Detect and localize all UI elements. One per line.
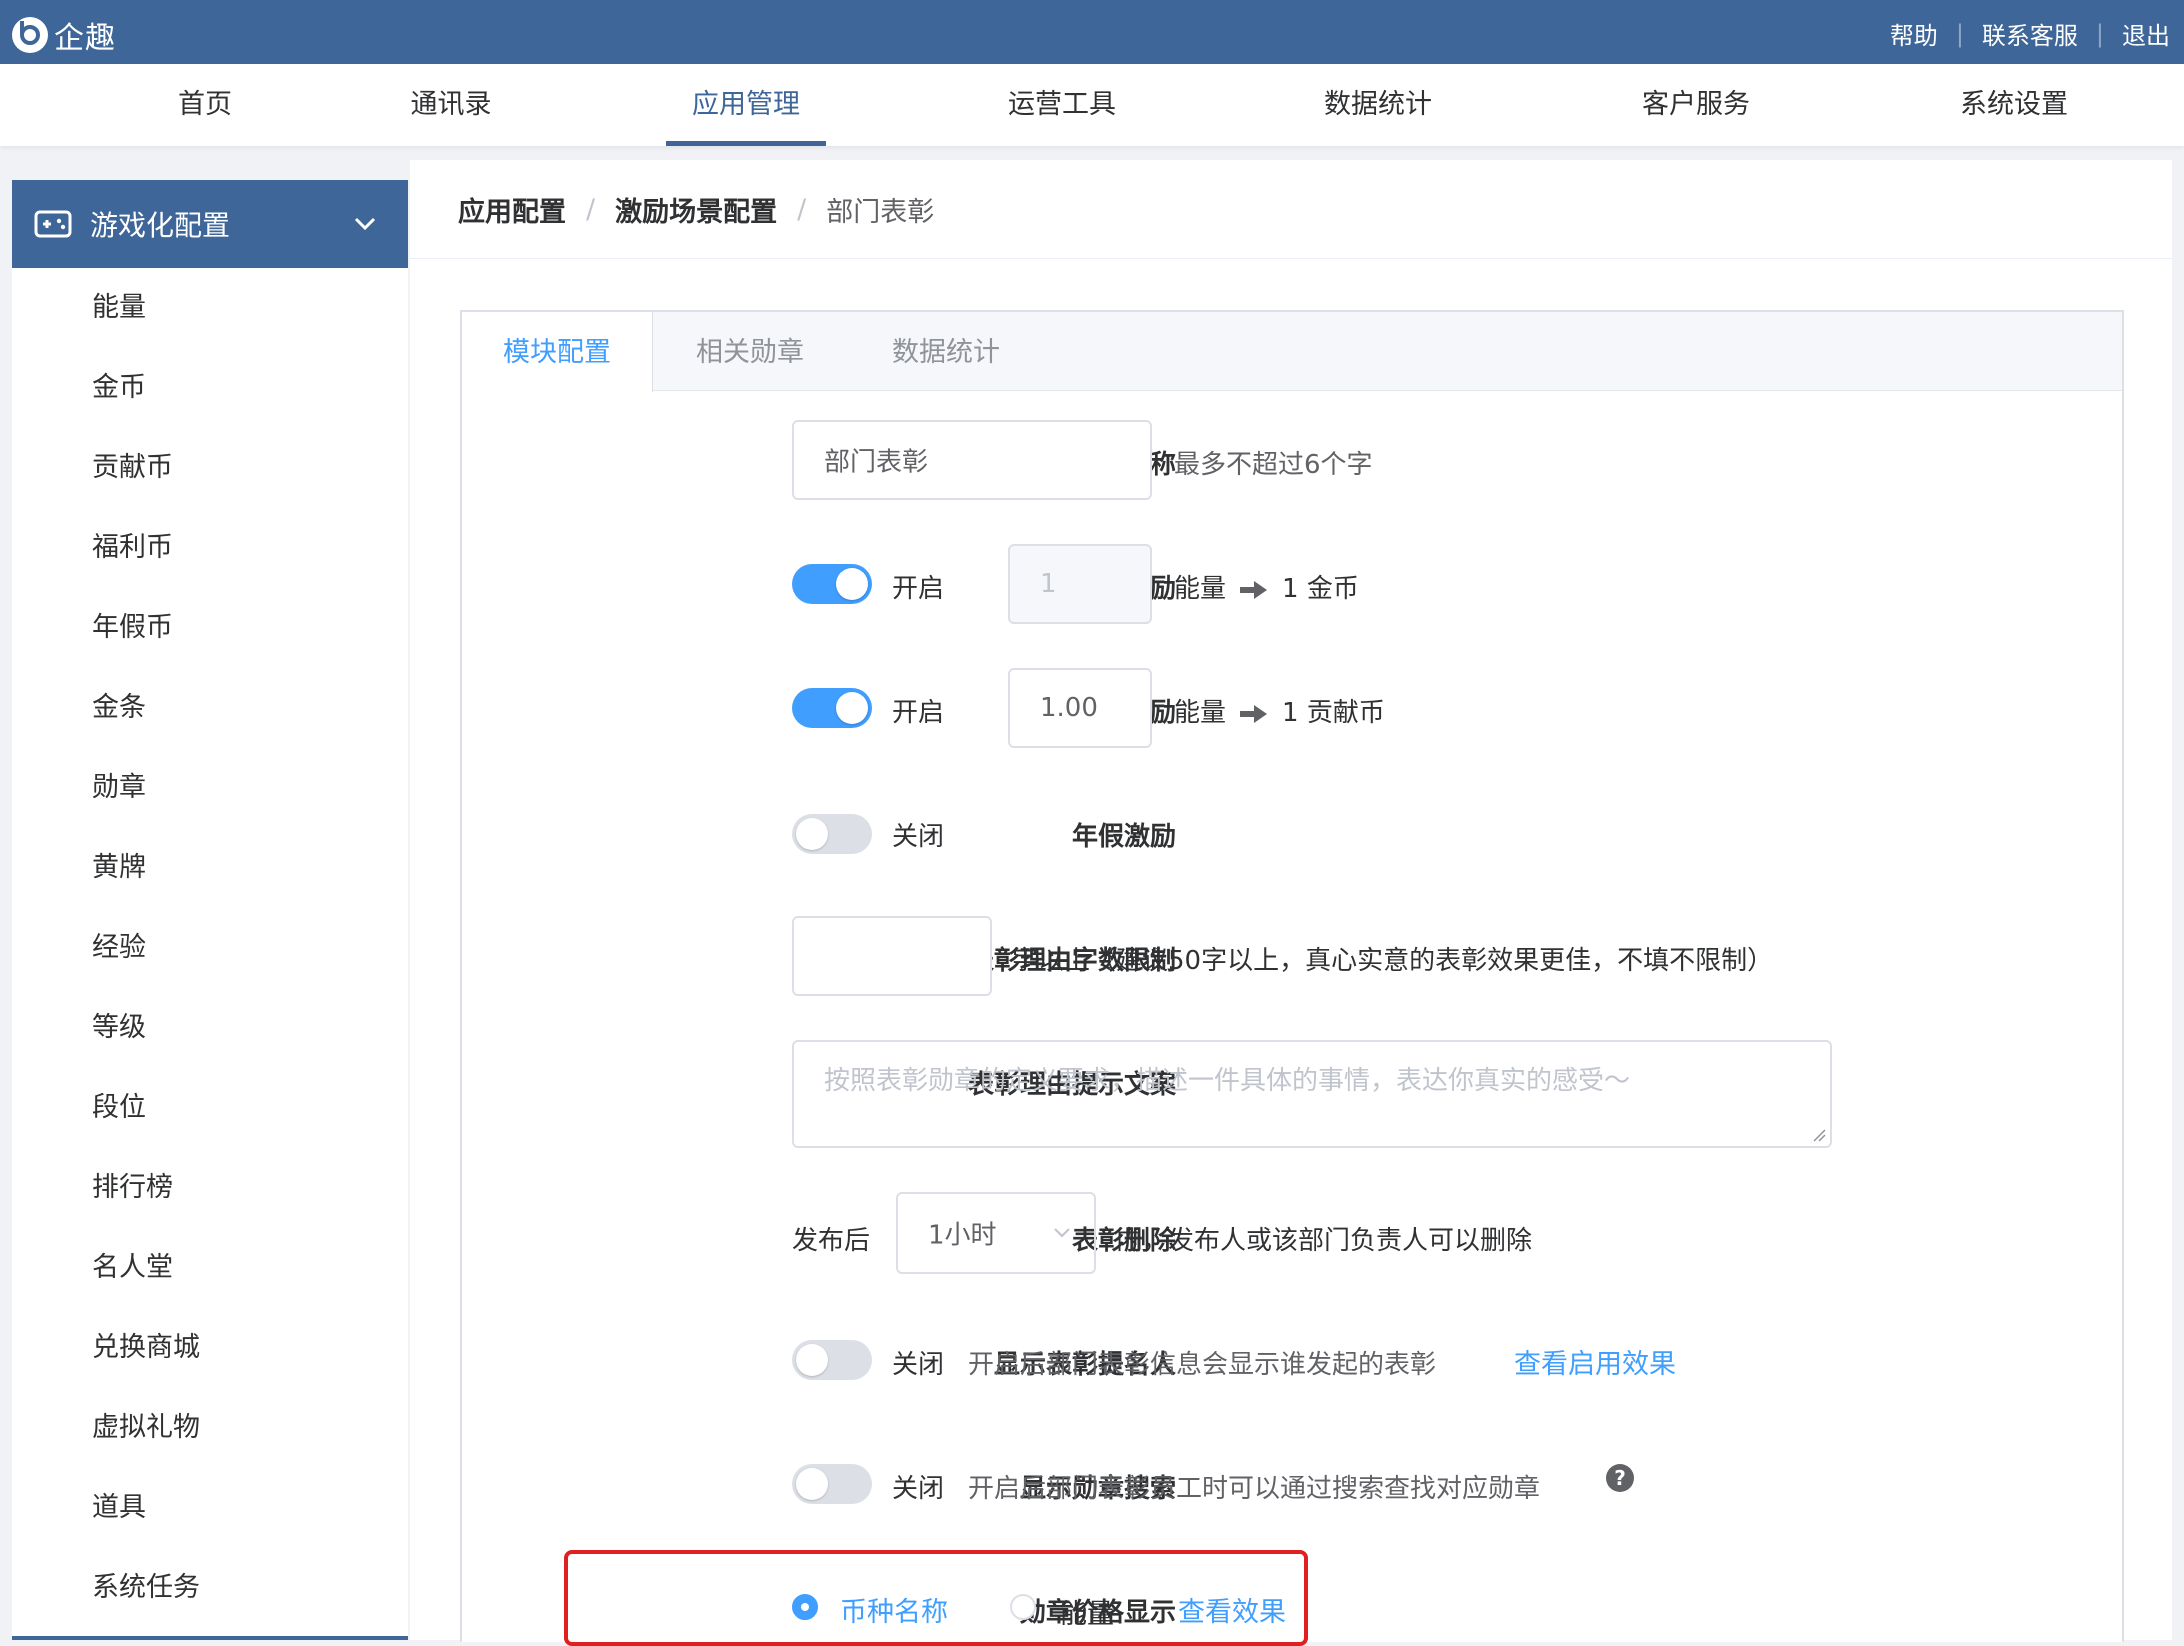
breadcrumb-separator: / <box>586 194 596 225</box>
sidebar-item-gold-coin[interactable]: 金币 <box>12 348 408 428</box>
reason-tip-textarea[interactable]: 按照表彰勋章的定义要求，描述一件具体的事情，表达你真实的感受～ <box>792 1040 1832 1148</box>
top-links: 帮助 | 联系客服 | 退出 <box>1890 16 2170 51</box>
sidebar-item-yellow-card[interactable]: 黄牌 <box>12 828 408 908</box>
sidebar-item-leaderboard[interactable]: 排行榜 <box>12 1148 408 1228</box>
gamepad-icon <box>34 210 72 238</box>
performance-incentive-energy-input[interactable]: 1.00 <box>1008 668 1152 748</box>
tab-bar: 模块配置 相关勋章 数据统计 <box>462 312 2122 392</box>
show-nominator-switch[interactable] <box>792 1340 872 1380</box>
sidebar-item-welfare-coin[interactable]: 福利币 <box>12 508 408 588</box>
sidebar-item-energy[interactable]: 能量 <box>12 268 408 348</box>
breadcrumb: 应用配置 / 激励场景配置 / 部门表彰 <box>458 190 934 229</box>
delete-time-select[interactable]: 1小时 <box>896 1192 1096 1274</box>
nav-contacts[interactable]: 通讯录 <box>396 64 506 146</box>
value-incentive-energy-input[interactable]: 1 <box>1008 544 1152 624</box>
tab-module-config[interactable]: 模块配置 <box>462 312 653 392</box>
sidebar-group-gamification[interactable]: 游戏化配置 <box>12 180 408 268</box>
resize-handle-icon[interactable] <box>1812 1128 1826 1142</box>
delete-suffix: 内，发布人或该部门负责人可以删除 <box>1116 1226 1533 1256</box>
nav-home[interactable]: 首页 <box>150 64 260 146</box>
display-name-hint: 最多不超过6个字 <box>1174 450 1373 480</box>
app-name: 企趣 <box>54 21 116 56</box>
arrow-right-icon <box>1240 580 1268 599</box>
sidebar-item-gold-bar[interactable]: 金条 <box>12 668 408 748</box>
logo-icon <box>12 17 48 53</box>
show-nominator-hint: 开启后部门表彰信息会显示谁发起的表彰 <box>968 1350 1437 1380</box>
show-badge-search-switch[interactable] <box>792 1464 872 1504</box>
sidebar-item-level[interactable]: 等级 <box>12 988 408 1068</box>
tab-data-statistics[interactable]: 数据统计 <box>848 312 1044 390</box>
reason-length-hint: 字以上（建议50字以上，真心实意的表彰效果更佳，不填不限制） <box>1012 946 1774 976</box>
main-nav: 首页 通讯录 应用管理 运营工具 数据统计 客户服务 系统设置 <box>0 64 2184 146</box>
delete-time-value: 1小时 <box>928 1220 997 1251</box>
sidebar-item-props[interactable]: 道具 <box>12 1468 408 1548</box>
contact-support-link[interactable]: 联系客服 <box>1982 16 2078 51</box>
value-incentive-switch[interactable] <box>792 564 872 604</box>
nav-system-settings[interactable]: 系统设置 <box>1934 64 2094 146</box>
leave-incentive-switch[interactable] <box>792 814 872 854</box>
leave-incentive-state: 关闭 <box>892 822 945 852</box>
divider: | <box>2095 19 2104 48</box>
sidebar-item-hall-of-fame[interactable]: 名人堂 <box>12 1228 408 1308</box>
value-incentive-conversion: 能量 1 金币 <box>1174 574 1359 604</box>
sidebar-item-experience[interactable]: 经验 <box>12 908 408 988</box>
app-logo[interactable]: 企趣 <box>12 13 116 57</box>
performance-incentive-conversion: 能量 1 贡献币 <box>1174 698 1385 728</box>
help-link[interactable]: 帮助 <box>1890 16 1938 51</box>
sidebar-item-exchange-mall[interactable]: 兑换商城 <box>12 1308 408 1388</box>
view-enable-effect-link[interactable]: 查看启用效果 <box>1514 1342 1676 1381</box>
sidebar-bottom-bar <box>12 1636 408 1640</box>
arrow-right-icon <box>1240 704 1268 723</box>
help-icon[interactable]: ? <box>1606 1464 1634 1492</box>
display-name-input[interactable]: 部门表彰 <box>792 420 1152 500</box>
sidebar-item-badge[interactable]: 勋章 <box>12 748 408 828</box>
sidebar-item-virtual-gift[interactable]: 虚拟礼物 <box>12 1388 408 1468</box>
sidebar-item-leave-coin[interactable]: 年假币 <box>12 588 408 668</box>
sidebar-item-rank[interactable]: 段位 <box>12 1068 408 1148</box>
divider <box>410 258 2172 259</box>
performance-incentive-state: 开启 <box>892 698 945 728</box>
tab-related-badges[interactable]: 相关勋章 <box>652 312 848 390</box>
sidebar-item-system-tasks[interactable]: 系统任务 <box>12 1548 408 1628</box>
main-content: 应用配置 / 激励场景配置 / 部门表彰 模块配置 相关勋章 数据统计 *显示名… <box>410 160 2172 1642</box>
leave-incentive-label: 年假激励 <box>1071 822 1176 852</box>
logout-link[interactable]: 退出 <box>2122 16 2170 51</box>
nav-customer-service[interactable]: 客户服务 <box>1616 64 1776 146</box>
sidebar: 游戏化配置 能量 金币 贡献币 福利币 年假币 金条 勋章 黄牌 经验 等级 段… <box>12 180 408 1640</box>
chevron-down-icon <box>1054 1228 1070 1238</box>
breadcrumb-separator: / <box>797 194 807 225</box>
nav-data-statistics[interactable]: 数据统计 <box>1298 64 1458 146</box>
breadcrumb-current: 部门表彰 <box>826 197 935 228</box>
top-bar: 企趣 帮助 | 联系客服 | 退出 <box>0 0 2184 64</box>
reason-tip-placeholder: 按照表彰勋章的定义要求，描述一件具体的事情，表达你真实的感受～ <box>824 1066 1631 1096</box>
breadcrumb-incentive-scene[interactable]: 激励场景配置 <box>615 190 777 229</box>
reason-length-input[interactable] <box>792 916 992 996</box>
performance-incentive-switch[interactable] <box>792 688 872 728</box>
nav-app-management[interactable]: 应用管理 <box>666 64 826 146</box>
divider: | <box>1955 19 1964 48</box>
delete-prefix: 发布后 <box>792 1226 871 1256</box>
show-badge-search-state: 关闭 <box>892 1474 945 1504</box>
show-nominator-state: 关闭 <box>892 1350 945 1380</box>
chevron-down-icon <box>354 217 376 231</box>
show-badge-search-hint: 开启后部门表彰员工时可以通过搜索查找对应勋章 <box>968 1474 1541 1504</box>
sidebar-group-title: 游戏化配置 <box>90 209 231 242</box>
nav-operation-tools[interactable]: 运营工具 <box>982 64 1142 146</box>
sidebar-item-contribution-coin[interactable]: 贡献币 <box>12 428 408 508</box>
breadcrumb-app-config[interactable]: 应用配置 <box>458 190 566 229</box>
value-incentive-state: 开启 <box>892 574 945 604</box>
highlight-box <box>564 1550 1308 1646</box>
